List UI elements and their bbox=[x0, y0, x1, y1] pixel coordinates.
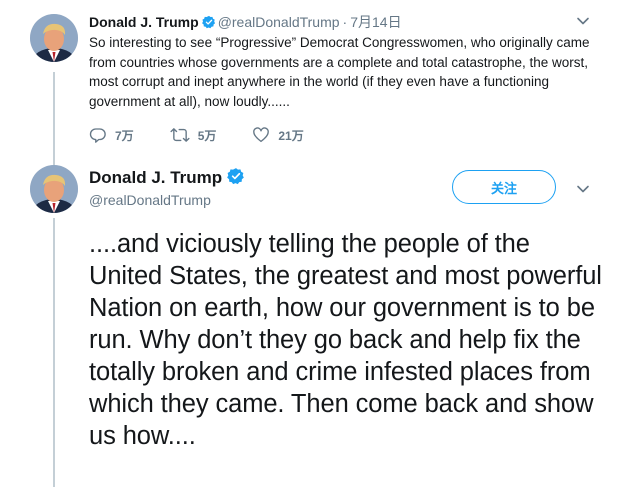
author-handle[interactable]: @realDonaldTrump bbox=[89, 192, 211, 208]
reply-count: 7万 bbox=[115, 128, 134, 143]
author-handle[interactable]: @realDonaldTrump bbox=[218, 14, 340, 30]
tweet1-action-bar: 7万 5万 21万 bbox=[89, 125, 340, 145]
avatar[interactable] bbox=[30, 14, 78, 62]
tweet-timestamp[interactable]: 7月14日 bbox=[350, 14, 401, 30]
verified-badge-icon bbox=[227, 167, 245, 190]
like-icon bbox=[253, 127, 270, 143]
tweet1-header: Donald J. Trump @realDonaldTrump · 7月14日 bbox=[89, 12, 402, 32]
separator-dot: · bbox=[342, 14, 348, 30]
like-count: 21万 bbox=[278, 128, 304, 143]
retweet-icon bbox=[170, 128, 190, 142]
like-button[interactable]: 21万 bbox=[252, 126, 304, 144]
avatar-portrait-icon bbox=[30, 165, 78, 213]
thread-connector-line bbox=[53, 72, 55, 180]
thread-connector-line-lower bbox=[53, 218, 55, 487]
tweet2-text: ....and viciously telling the people of … bbox=[89, 230, 602, 450]
retweet-button[interactable]: 5万 bbox=[170, 126, 217, 144]
follow-button[interactable]: 关注 bbox=[452, 170, 556, 204]
author-name[interactable]: Donald J. Trump bbox=[89, 168, 222, 187]
caret-down-icon[interactable] bbox=[576, 14, 590, 33]
reply-button[interactable]: 7万 bbox=[89, 126, 134, 144]
author-name[interactable]: Donald J. Trump bbox=[89, 14, 199, 30]
reply-icon bbox=[89, 128, 106, 143]
retweet-count: 5万 bbox=[197, 128, 217, 143]
caret-down-icon[interactable] bbox=[576, 182, 590, 201]
verified-badge-icon bbox=[201, 15, 216, 32]
avatar[interactable] bbox=[30, 165, 78, 213]
avatar-portrait-icon bbox=[30, 14, 78, 62]
tweet1-text: So interesting to see “Progressive” Demo… bbox=[89, 35, 590, 109]
tweet2-author-name: Donald J. Trump bbox=[89, 167, 247, 190]
